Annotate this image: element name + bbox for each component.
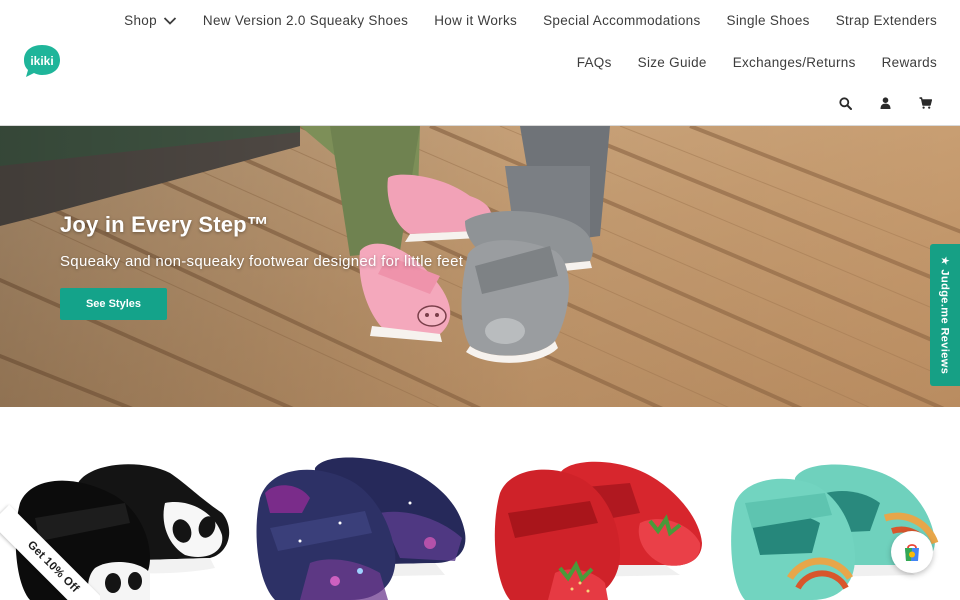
judge-me-label: ★ Judge.me Reviews — [938, 255, 951, 375]
floating-shop-button[interactable] — [891, 531, 933, 573]
nav-special-accommodations[interactable]: Special Accommodations — [543, 13, 700, 29]
nav-faqs[interactable]: FAQs — [577, 55, 612, 71]
ikiki-logo[interactable]: ikiki — [22, 43, 62, 79]
shopping-bag-icon — [905, 544, 919, 561]
judge-me-reviews-tab[interactable]: ★ Judge.me Reviews — [930, 244, 960, 386]
product-card-galaxy[interactable] — [240, 443, 480, 600]
hero-subtitle: Squeaky and non-squeaky footwear designe… — [60, 253, 464, 270]
see-styles-button[interactable]: See Styles — [60, 288, 167, 320]
hero-title: Joy in Every Step™ — [60, 212, 270, 237]
nav-shop[interactable]: Shop — [124, 13, 177, 29]
nav-shop-label: Shop — [124, 13, 157, 28]
nav-exchanges-returns[interactable]: Exchanges/Returns — [733, 55, 856, 71]
galaxy-shoes-image — [256, 457, 466, 600]
nav-size-guide[interactable]: Size Guide — [638, 55, 707, 71]
header-icons — [838, 96, 932, 110]
rainbow-sandals-image — [731, 464, 939, 600]
product-card-panda[interactable] — [0, 443, 240, 600]
product-card-strawberry[interactable] — [480, 443, 720, 600]
account-icon[interactable] — [878, 96, 892, 110]
primary-nav: Shop New Version 2.0 Squeaky Shoes How i… — [124, 13, 937, 29]
panda-shoes-image — [15, 464, 230, 600]
cart-icon[interactable] — [918, 96, 932, 110]
logo-text: ikiki — [30, 54, 53, 68]
nav-new-version[interactable]: New Version 2.0 Squeaky Shoes — [203, 13, 408, 29]
product-card-rainbow[interactable] — [720, 443, 960, 600]
nav-strap-extenders[interactable]: Strap Extenders — [836, 13, 937, 29]
product-row — [0, 407, 960, 600]
nav-how-it-works[interactable]: How it Works — [434, 13, 517, 29]
chevron-down-icon — [163, 17, 177, 25]
secondary-nav: FAQs Size Guide Exchanges/Returns Reward… — [577, 55, 937, 71]
nav-single-shoes[interactable]: Single Shoes — [727, 13, 810, 29]
site-header: ikiki Shop New Version 2.0 Squeaky Shoes… — [0, 0, 960, 126]
hero-banner: Joy in Every Step™ Squeaky and non-squea… — [0, 126, 960, 407]
search-icon[interactable] — [838, 96, 852, 110]
strawberry-sandals-image — [494, 461, 702, 600]
nav-rewards[interactable]: Rewards — [882, 55, 937, 71]
